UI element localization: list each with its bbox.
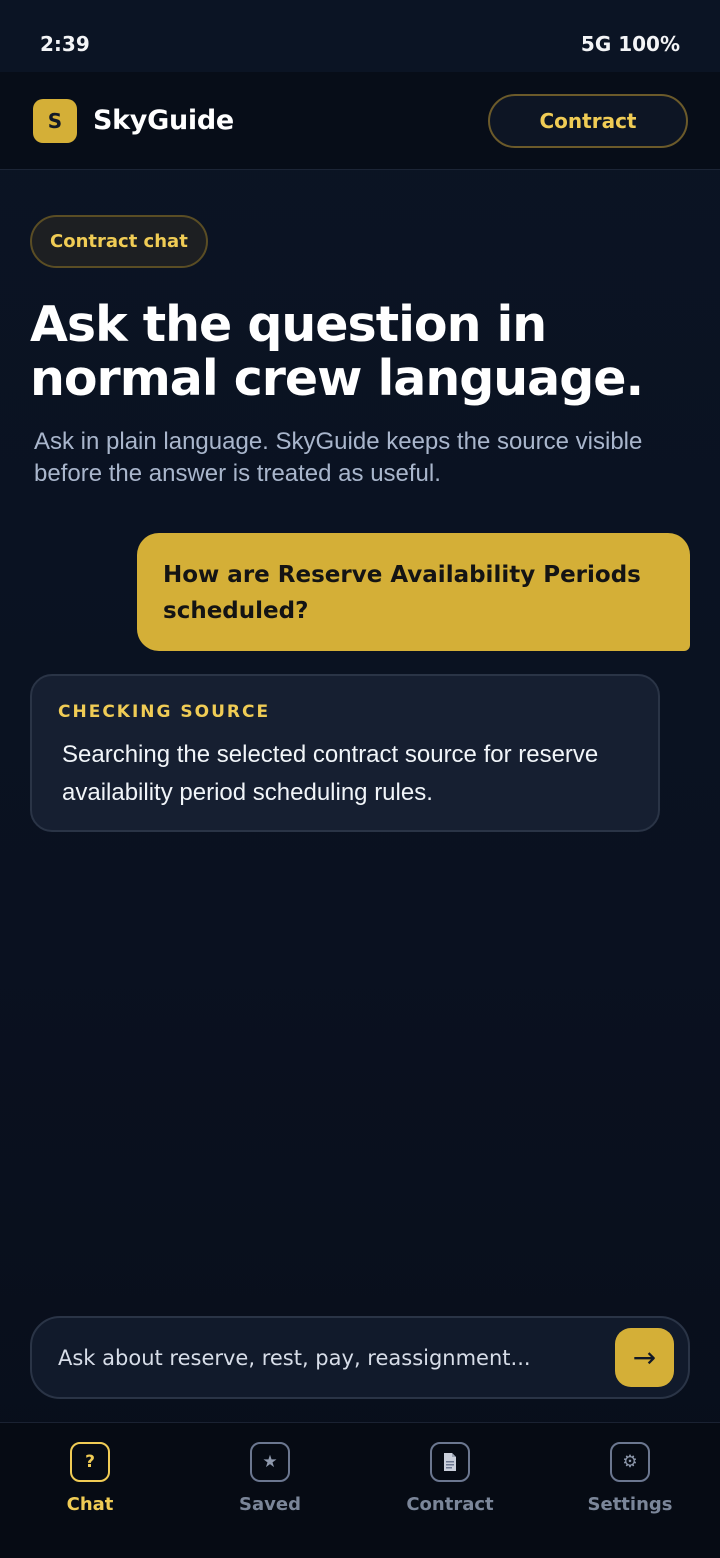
app-header: S SkyGuide Contract	[0, 72, 720, 170]
gear-icon: ⚙	[610, 1442, 650, 1482]
nav-label-contract: Contract	[406, 1494, 494, 1515]
message-input[interactable]	[58, 1345, 598, 1370]
status-network-battery: 5G 100%	[580, 32, 680, 56]
send-button[interactable]: →	[615, 1328, 674, 1387]
status-label: CHECKING SOURCE	[58, 702, 271, 722]
bottom-nav: ? Chat ★ Saved Contract ⚙ Settings	[0, 1422, 720, 1558]
nav-item-saved[interactable]: ★ Saved	[180, 1423, 360, 1558]
question-mark-icon: ?	[70, 1442, 110, 1482]
status-text: Searching the selected contract source f…	[62, 741, 599, 806]
contract-chat-pill: Contract chat	[30, 215, 208, 268]
page-title: Ask the question in normal crew language…	[30, 296, 644, 407]
star-icon: ★	[250, 1442, 290, 1482]
checking-source-card: CHECKING SOURCE Searching the selected c…	[30, 674, 660, 832]
brand: S SkyGuide	[33, 98, 234, 143]
nav-item-chat[interactable]: ? Chat	[0, 1423, 180, 1558]
status-time: 2:39	[40, 32, 90, 56]
page-subtitle: Ask in plain language. SkyGuide keeps th…	[34, 428, 643, 487]
app-name: SkyGuide	[93, 105, 234, 136]
document-icon	[430, 1442, 470, 1482]
message-composer: →	[30, 1316, 690, 1399]
nav-label-saved: Saved	[239, 1494, 301, 1515]
contract-button[interactable]: Contract	[488, 93, 688, 148]
arrow-right-icon: →	[632, 1341, 657, 1374]
nav-item-contract[interactable]: Contract	[360, 1423, 540, 1558]
nav-label-settings: Settings	[587, 1494, 673, 1515]
document-glyph	[444, 1453, 456, 1471]
app-logo-icon: S	[33, 98, 77, 143]
user-message-bubble: How are Reserve Availability Periods sch…	[137, 533, 690, 651]
nav-item-settings[interactable]: ⚙ Settings	[540, 1423, 720, 1558]
nav-label-chat: Chat	[66, 1494, 114, 1515]
